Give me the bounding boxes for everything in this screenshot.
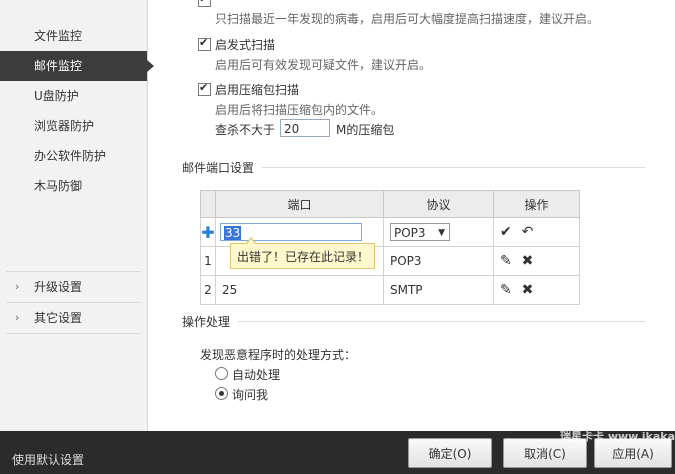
port-edit-input[interactable]: 33 — [220, 223, 362, 241]
undo-icon[interactable]: ↶ — [522, 224, 534, 240]
ask-me-label[interactable]: 询问我 — [232, 386, 268, 403]
duplicate-error-tooltip: 出错了！已存在此记录！ — [230, 237, 375, 269]
site-watermark: 瑞星卡卡 www.ikaka.com — [560, 430, 675, 443]
archive-size-prefix: 查杀不大于 — [215, 123, 276, 137]
heuristic-scan-label[interactable]: 启发式扫描 — [215, 36, 275, 53]
delete-x-icon[interactable]: ✖ — [522, 282, 534, 298]
port-edit-selected-text: 33 — [224, 226, 242, 240]
sidebar-group-label: 升级设置 — [34, 280, 83, 294]
table-header-row: 端口 协议 操作 — [200, 190, 580, 218]
add-icon[interactable]: ✚ — [201, 223, 214, 242]
sidebar-group-label: 其它设置 — [34, 311, 83, 325]
sidebar-divider — [6, 333, 141, 334]
edit-pencil-icon[interactable]: ✎ — [500, 282, 512, 298]
sidebar-item-trojan-defense[interactable]: 木马防御 — [0, 171, 147, 201]
handling-question: 发现恶意程序时的处理方式： — [200, 348, 357, 362]
sidebar-item-browser-protect[interactable]: 浏览器防护 — [0, 111, 147, 141]
row-actions: ✎ ✖ — [493, 246, 580, 276]
sidebar-item-file-monitor[interactable]: 文件监控 — [0, 21, 147, 51]
recent-virus-scan-checkbox[interactable] — [198, 0, 211, 7]
index-column-header — [200, 190, 216, 218]
recent-virus-scan-hint: 只扫描最近一年发现的病毒，启用后可大幅度提高扫描速度，建议开启。 — [215, 12, 600, 26]
row-index: 1 — [200, 246, 216, 276]
sidebar-item-office-protect[interactable]: 办公软件防护 — [0, 141, 147, 171]
archive-scan-label[interactable]: 启用压缩包扫描 — [215, 81, 299, 98]
protocol-column-header: 协议 — [383, 190, 494, 218]
table-row: 2 25 SMTP ✎ ✖ — [200, 275, 580, 305]
delete-x-icon[interactable]: ✖ — [522, 253, 534, 269]
section-divider — [262, 167, 645, 168]
sidebar-item-usb-protect[interactable]: U盘防护 — [0, 81, 147, 111]
protocol-select-value: POP3 — [394, 226, 426, 240]
section-divider — [238, 321, 645, 322]
action-column-header: 操作 — [493, 190, 580, 218]
settings-main-panel: 只扫描最近一年发现的病毒，启用后可大幅度提高扫描速度，建议开启。 启发式扫描 启… — [148, 0, 675, 431]
add-row-cell[interactable]: ✚ — [200, 217, 216, 247]
heuristic-scan-checkbox[interactable] — [198, 36, 211, 51]
protocol-select[interactable]: POP3 ▼ — [390, 223, 450, 241]
ok-button[interactable]: 确定(O) — [408, 438, 492, 468]
row-protocol: POP3 — [383, 246, 494, 276]
ask-me-radio[interactable] — [215, 387, 228, 400]
auto-handle-radio[interactable] — [215, 367, 228, 380]
protocol-edit-cell: POP3 ▼ — [383, 217, 494, 247]
handling-section-title: 操作处理 — [182, 315, 231, 329]
port-column-header: 端口 — [215, 190, 384, 218]
row-index: 2 — [200, 275, 216, 305]
restore-defaults-link[interactable]: 使用默认设置 — [12, 451, 84, 468]
confirm-check-icon[interactable]: ✔ — [500, 224, 512, 240]
mail-port-section-title: 邮件端口设置 — [182, 161, 255, 175]
archive-scan-checkbox[interactable] — [198, 81, 211, 96]
archive-size-suffix: M的压缩包 — [336, 123, 395, 137]
edit-action-cell: ✔ ↶ — [493, 217, 580, 247]
row-actions: ✎ ✖ — [493, 275, 580, 305]
settings-sidebar: 文件监控 邮件监控 U盘防护 浏览器防护 办公软件防护 木马防御 › 升级设置 … — [0, 0, 154, 431]
chevron-right-icon: › — [15, 280, 20, 293]
row-protocol: SMTP — [383, 275, 494, 305]
sidebar-group-other[interactable]: › 其它设置 — [0, 303, 147, 333]
chevron-right-icon: › — [15, 311, 20, 324]
archive-size-input[interactable]: 20 — [280, 119, 330, 137]
archive-scan-hint: 启用后将扫描压缩包内的文件。 — [215, 103, 384, 117]
edit-pencil-icon[interactable]: ✎ — [500, 253, 512, 269]
row-port: 25 — [215, 275, 384, 305]
heuristic-scan-hint: 启用后可有效发现可疑文件，建议开启。 — [215, 58, 432, 72]
chevron-down-icon: ▼ — [438, 228, 445, 238]
sidebar-item-mail-monitor[interactable]: 邮件监控 — [0, 51, 154, 81]
auto-handle-label[interactable]: 自动处理 — [232, 366, 280, 383]
sidebar-group-upgrade[interactable]: › 升级设置 — [0, 272, 147, 302]
